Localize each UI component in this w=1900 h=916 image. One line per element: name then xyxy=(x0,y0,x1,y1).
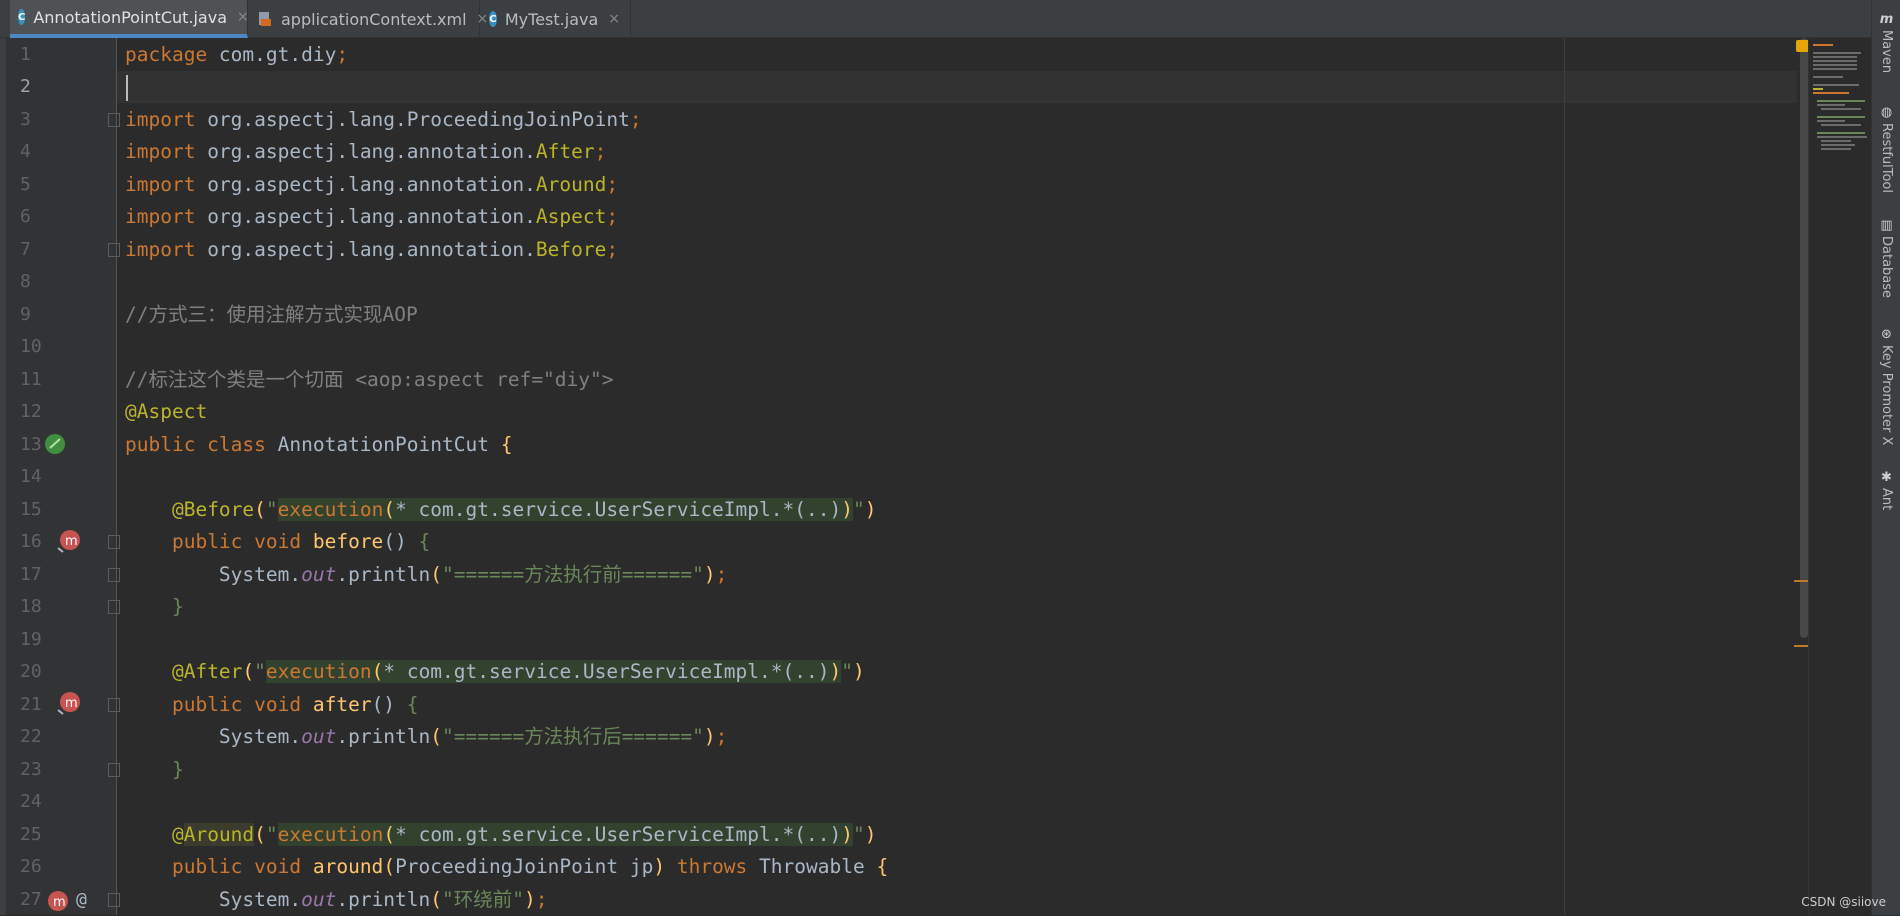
aop-advice-icon[interactable]: m xyxy=(44,889,70,915)
line-number: 16 xyxy=(20,531,42,552)
line-number: 17 xyxy=(20,564,42,585)
line-number: 4 xyxy=(20,141,31,162)
tab-mytest[interactable]: C MyTest.java × xyxy=(481,0,631,38)
code-line: //方式三：使用注解方式实现AOP xyxy=(125,303,418,326)
code-minimap[interactable] xyxy=(1808,38,1871,915)
code-line: public void after() { xyxy=(171,693,419,716)
line-number: 3 xyxy=(20,109,31,130)
line-number: 19 xyxy=(20,629,42,650)
code-line: public class AnnotationPointCut { xyxy=(125,433,513,456)
right-margin-guide xyxy=(1564,38,1565,915)
tool-window-label: Maven xyxy=(1879,30,1894,74)
ant-icon: ✱ xyxy=(1881,470,1892,485)
tool-window-restfultool[interactable]: ◍ RestfulTool xyxy=(1872,105,1900,193)
tab-label: MyTest.java xyxy=(504,9,599,29)
tool-window-label: RestfulTool xyxy=(1879,123,1894,193)
line-number: 12 xyxy=(20,401,42,422)
globe-icon: ◍ xyxy=(1880,105,1893,120)
code-line: } xyxy=(171,758,184,781)
line-number: 6 xyxy=(20,206,31,227)
tab-applicationcontext[interactable]: applicationContext.xml × xyxy=(249,0,488,38)
tool-window-label: Key Promoter X xyxy=(1879,345,1894,446)
tool-window-database[interactable]: ▥ Database xyxy=(1872,218,1900,298)
code-line: import org.aspectj.lang.annotation.Aroun… xyxy=(125,173,619,196)
key-promoter-icon: ⊛ xyxy=(1881,327,1892,342)
tab-annotationpointcut[interactable]: C AnnotationPointCut.java × xyxy=(10,0,249,38)
line-number: 14 xyxy=(20,466,42,487)
line-number: 26 xyxy=(20,856,42,877)
line-number: 18 xyxy=(20,596,42,617)
at-annotation-icon[interactable]: @ xyxy=(76,889,87,910)
current-line-highlight xyxy=(117,71,1797,103)
tool-window-ant[interactable]: ✱ Ant xyxy=(1872,470,1900,510)
line-number: 15 xyxy=(20,499,42,520)
line-number: 21 xyxy=(20,694,42,715)
java-class-icon: C xyxy=(18,9,26,25)
line-number: 20 xyxy=(20,661,42,682)
code-editor[interactable]: package com.gt.diy; import org.aspectj.l… xyxy=(117,38,1797,915)
code-line: System.out.println("======方法执行前======"); xyxy=(125,563,728,586)
code-line: @Before("execution(* com.gt.service.User… xyxy=(171,498,877,521)
close-icon[interactable]: × xyxy=(608,11,620,27)
line-number: 11 xyxy=(20,369,42,390)
vertical-scrollbar[interactable] xyxy=(1800,38,1808,638)
text-caret xyxy=(126,75,128,101)
aop-advice-icon[interactable]: m xyxy=(56,528,82,554)
spring-bean-icon[interactable] xyxy=(44,433,66,455)
xml-file-icon xyxy=(257,11,273,27)
line-number: 8 xyxy=(20,271,31,292)
code-line: import org.aspectj.lang.annotation.After… xyxy=(125,140,607,163)
code-line: System.out.println("环绕前"); xyxy=(125,888,548,911)
tab-label: applicationContext.xml xyxy=(281,9,467,29)
line-number: 1 xyxy=(20,44,31,65)
line-number: 23 xyxy=(20,759,42,780)
code-line: System.out.println("======方法执行后======"); xyxy=(125,725,728,748)
code-line: public void before() { xyxy=(171,530,431,553)
tool-window-maven[interactable]: m Maven xyxy=(1872,12,1900,73)
code-line: import org.aspectj.lang.ProceedingJoinPo… xyxy=(125,108,642,131)
watermark: CSDN @siiove xyxy=(1801,895,1886,909)
line-number: 2 xyxy=(20,76,31,97)
maven-icon: m xyxy=(1879,12,1894,27)
close-icon[interactable]: × xyxy=(237,9,249,25)
java-class-icon: C xyxy=(489,11,497,27)
code-line: public void around(ProceedingJoinPoint j… xyxy=(171,855,889,878)
code-line: @Aspect xyxy=(125,400,208,423)
tab-label: AnnotationPointCut.java xyxy=(33,7,228,27)
line-number: 5 xyxy=(20,174,31,195)
line-number: 7 xyxy=(20,239,31,260)
tool-window-label: Ant xyxy=(1879,488,1894,511)
tool-window-label: Database xyxy=(1879,236,1894,299)
aop-advice-icon[interactable]: m xyxy=(56,690,82,716)
code-line: @After("execution(* com.gt.service.UserS… xyxy=(171,660,865,683)
svg-text:m: m xyxy=(53,895,66,910)
editor-tab-bar: C AnnotationPointCut.java × applicationC… xyxy=(0,0,1900,38)
line-number: 22 xyxy=(20,726,42,747)
line-number: 24 xyxy=(20,791,42,812)
database-icon: ▥ xyxy=(1880,218,1893,233)
right-tool-window-bar: m Maven ◍ RestfulTool ▥ Database ⊛ Key P… xyxy=(1871,0,1900,915)
code-line: package com.gt.diy; xyxy=(125,43,349,66)
svg-text:m: m xyxy=(65,696,78,711)
line-number: 25 xyxy=(20,824,42,845)
code-line: import org.aspectj.lang.annotation.Aspec… xyxy=(125,205,619,228)
tool-window-key-promoter-x[interactable]: ⊛ Key Promoter X xyxy=(1872,327,1900,445)
editor-gutter: 1 2 3 4 5 6 7 8 9 10 11 12 13 14 15 16 1… xyxy=(6,38,120,915)
code-line: @Around("execution(* com.gt.service.User… xyxy=(171,823,877,846)
svg-text:m: m xyxy=(65,534,78,549)
code-line: import org.aspectj.lang.annotation.Befor… xyxy=(125,238,619,261)
line-number: 9 xyxy=(20,304,31,325)
code-line: //标注这个类是一个切面 <aop:aspect ref="diy"> xyxy=(125,368,614,391)
line-number: 10 xyxy=(20,336,42,357)
code-line: } xyxy=(171,595,184,618)
